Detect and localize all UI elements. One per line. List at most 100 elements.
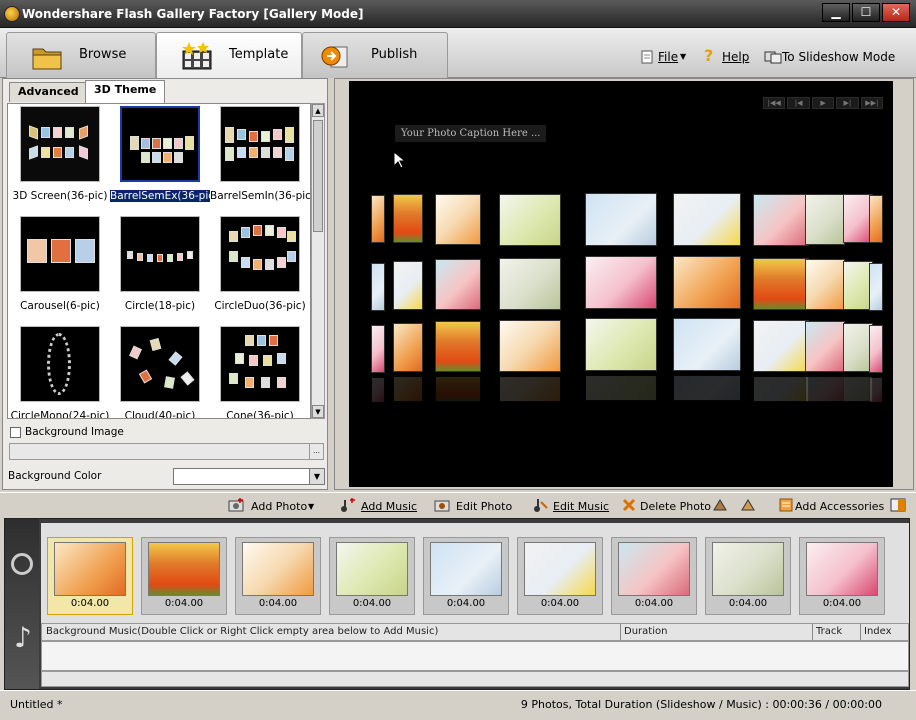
preview-photo[interactable] bbox=[753, 258, 809, 310]
preview-photo[interactable] bbox=[753, 194, 809, 246]
tab-publish[interactable]: Publish bbox=[302, 32, 448, 78]
tab-browse[interactable]: Browse bbox=[6, 32, 156, 78]
slideshow-mode-link[interactable]: To Slideshow Mode bbox=[782, 50, 895, 64]
template-item[interactable]: CircleMono(24-pic) bbox=[10, 324, 110, 418]
preview-photo[interactable] bbox=[753, 320, 809, 372]
timeline-panel: ♪ 0:04.00 0:04.00 0:04.00 0:04.00 0:04.00 0:0… bbox=[4, 518, 910, 690]
slide-item[interactable]: 0:04.00 bbox=[141, 537, 227, 615]
previous-icon[interactable]: |◀ bbox=[787, 97, 810, 109]
subtab-3d-theme[interactable]: 3D Theme bbox=[85, 80, 166, 103]
add-accessories-icon bbox=[779, 498, 793, 512]
preview-photo[interactable] bbox=[371, 325, 385, 373]
template-item[interactable]: Circle(18-pic) bbox=[110, 214, 210, 322]
scroll-up-icon[interactable]: ▲ bbox=[312, 104, 324, 117]
edit-music-button[interactable]: Edit Music bbox=[553, 500, 609, 513]
template-scrollbar[interactable]: ▲ ▼ bbox=[311, 103, 325, 419]
template-item[interactable]: Carousel(6-pic) bbox=[10, 214, 110, 322]
minimize-button[interactable]: ▁ bbox=[822, 3, 850, 22]
rotate-left-icon[interactable] bbox=[712, 498, 728, 512]
preview-photo[interactable] bbox=[869, 195, 883, 243]
preview-photo[interactable] bbox=[393, 194, 423, 243]
add-photo-icon bbox=[228, 498, 244, 512]
slide-item-selected[interactable]: 0:04.00 bbox=[47, 537, 133, 615]
template-label: BarrelSemEx(36-pic) bbox=[110, 190, 219, 202]
edit-photo-button[interactable]: Edit Photo bbox=[456, 500, 512, 513]
preview-photo[interactable] bbox=[393, 261, 423, 310]
scroll-thumb[interactable] bbox=[313, 120, 323, 232]
template-item[interactable]: Cloud(40-pic) bbox=[110, 324, 210, 418]
template-label: BarrelSemIn(36-pic) bbox=[210, 190, 311, 202]
template-item[interactable]: CircleDuo(36-pic) bbox=[210, 214, 310, 322]
preview-photo[interactable] bbox=[499, 258, 561, 310]
slide-thumbnail bbox=[712, 542, 784, 596]
template-item[interactable]: Cone(36-pic) bbox=[210, 324, 310, 418]
photo-reflection bbox=[371, 377, 385, 403]
app-logo-icon bbox=[4, 6, 20, 22]
music-list-area[interactable] bbox=[41, 641, 909, 671]
template-label: CircleDuo(36-pic) bbox=[214, 300, 306, 312]
preview-photo[interactable] bbox=[805, 259, 845, 310]
add-music-icon bbox=[341, 498, 355, 512]
play-icon[interactable]: ▶ bbox=[811, 97, 835, 109]
slide-item[interactable]: 0:04.00 bbox=[329, 537, 415, 615]
rotate-right-icon[interactable] bbox=[740, 498, 756, 512]
slide-item[interactable]: 0:04.00 bbox=[517, 537, 603, 615]
track-column-header[interactable]: Track bbox=[816, 626, 842, 637]
index-column-header[interactable]: Index bbox=[864, 626, 892, 637]
slide-item[interactable]: 0:04.00 bbox=[705, 537, 791, 615]
preview-photo[interactable] bbox=[673, 193, 741, 246]
subtab-advanced[interactable]: Advanced bbox=[9, 82, 88, 102]
next-icon[interactable]: ▶| bbox=[836, 97, 859, 109]
slide-item[interactable]: 0:04.00 bbox=[611, 537, 697, 615]
folder-icon bbox=[32, 48, 62, 70]
template-item-selected[interactable]: BarrelSemEx(36-pic) bbox=[110, 104, 219, 212]
preview-photo[interactable] bbox=[371, 263, 385, 311]
help-menu[interactable]: Help bbox=[722, 50, 749, 64]
add-accessories-button[interactable]: Add Accessories bbox=[795, 500, 884, 513]
delete-photo-icon bbox=[622, 498, 636, 512]
preview-photo[interactable] bbox=[805, 321, 845, 372]
close-button[interactable]: ✕ bbox=[882, 3, 910, 22]
preview-photo[interactable] bbox=[499, 194, 561, 246]
preview-photo[interactable] bbox=[673, 256, 741, 309]
preview-photo[interactable] bbox=[499, 320, 561, 372]
music-column-header[interactable]: Background Music(Double Click or Right C… bbox=[46, 626, 438, 637]
preview-photo[interactable] bbox=[869, 263, 883, 311]
last-icon[interactable]: ▶▶| bbox=[860, 97, 884, 109]
background-color-select[interactable]: ▼ bbox=[173, 468, 325, 485]
add-music-button[interactable]: Add Music bbox=[361, 500, 417, 513]
add-photo-button[interactable]: Add Photo bbox=[251, 500, 307, 513]
template-panel: Advanced 3D Theme 3D Screen(36-pic) Barr… bbox=[2, 78, 328, 490]
preview-photo[interactable] bbox=[585, 256, 657, 309]
background-image-checkbox[interactable] bbox=[10, 427, 21, 438]
template-thumb bbox=[20, 326, 100, 402]
timeline-horizontal-scrollbar[interactable] bbox=[41, 671, 909, 687]
dropdown-arrow-icon[interactable]: ▼ bbox=[309, 469, 324, 484]
preview-photo[interactable] bbox=[371, 195, 385, 243]
scroll-down-icon[interactable]: ▼ bbox=[312, 405, 324, 418]
preview-photo[interactable] bbox=[435, 321, 481, 372]
preview-photo[interactable] bbox=[673, 318, 741, 371]
preview-photo[interactable] bbox=[585, 193, 657, 246]
preview-photo[interactable] bbox=[435, 194, 481, 245]
preview-photo[interactable] bbox=[393, 323, 423, 372]
panel-toggle-icon[interactable] bbox=[890, 498, 906, 512]
duration-column-header[interactable]: Duration bbox=[624, 626, 667, 637]
add-photo-dropdown-icon[interactable]: ▼ bbox=[308, 502, 314, 511]
photo-reflection bbox=[805, 376, 845, 402]
preview-photo[interactable] bbox=[585, 318, 657, 371]
preview-photo[interactable] bbox=[435, 259, 481, 310]
preview-photo[interactable] bbox=[869, 325, 883, 373]
slide-item[interactable]: 0:04.00 bbox=[423, 537, 509, 615]
slide-item[interactable]: 0:04.00 bbox=[235, 537, 321, 615]
maximize-button[interactable]: ☐ bbox=[852, 3, 880, 22]
delete-photo-button[interactable]: Delete Photo bbox=[640, 500, 711, 513]
gallery-preview-stage[interactable]: |◀◀ |◀ ▶ ▶| ▶▶| Your Photo Caption Here … bbox=[349, 81, 893, 487]
file-menu[interactable]: File bbox=[658, 50, 678, 64]
preview-photo[interactable] bbox=[805, 194, 845, 245]
slide-item[interactable]: 0:04.00 bbox=[799, 537, 885, 615]
first-icon[interactable]: |◀◀ bbox=[763, 97, 786, 109]
template-item[interactable]: 3D Screen(36-pic) bbox=[10, 104, 110, 212]
tab-template[interactable]: Template bbox=[156, 32, 302, 79]
template-item[interactable]: BarrelSemIn(36-pic) bbox=[210, 104, 310, 212]
